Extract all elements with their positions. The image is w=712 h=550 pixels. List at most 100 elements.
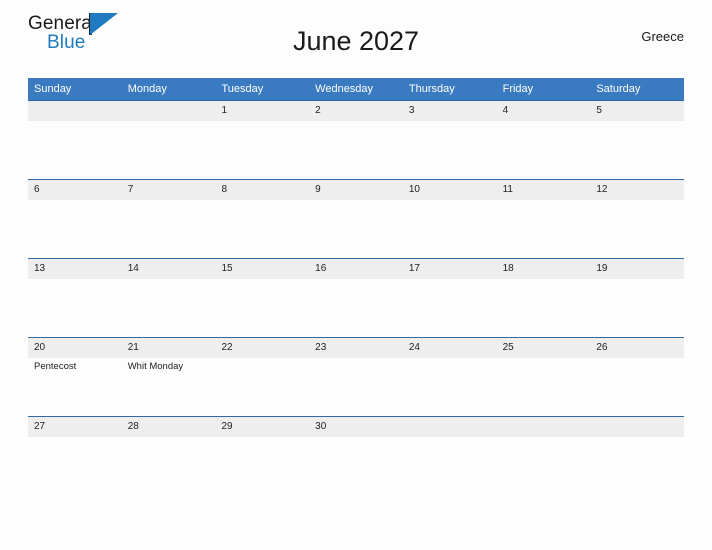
day-number-20[interactable]: 20: [28, 338, 122, 358]
day-cell-empty: [122, 121, 216, 179]
day-number-23[interactable]: 23: [309, 338, 403, 358]
day-number-27[interactable]: 27: [28, 417, 122, 437]
day-cell-24[interactable]: [403, 358, 497, 416]
week-event-strip: [28, 200, 684, 259]
holiday-label: Whit Monday: [127, 361, 184, 373]
day-cell-25[interactable]: [497, 358, 591, 416]
day-cell-6[interactable]: [28, 200, 122, 258]
calendar-week-row: 6 7 8 9 10 11 12: [28, 179, 684, 259]
day-number-22[interactable]: 22: [215, 338, 309, 358]
calendar-week-row: 20 21 22 23 24 25 26 Pentecost Whit Monday: [28, 337, 684, 417]
day-number-26[interactable]: 26: [590, 338, 684, 358]
calendar-page: General Blue June 2027 Greece Sunday Mond…: [0, 0, 712, 550]
day-number-11[interactable]: 11: [497, 180, 591, 200]
day-number-2[interactable]: 2: [309, 101, 403, 121]
day-cell-20[interactable]: Pentecost: [28, 358, 122, 416]
week-date-strip: 6 7 8 9 10 11 12: [28, 179, 684, 201]
day-cell-empty: [590, 437, 684, 495]
weekday-header-wednesday: Wednesday: [315, 83, 374, 95]
day-number-empty: [122, 101, 216, 121]
day-cell-8[interactable]: [215, 200, 309, 258]
day-number-8[interactable]: 8: [215, 180, 309, 200]
day-cell-4[interactable]: [497, 121, 591, 179]
day-cell-2[interactable]: [309, 121, 403, 179]
general-blue-logo[interactable]: General Blue: [28, 12, 124, 54]
weekday-header-saturday: Saturday: [596, 83, 641, 95]
day-cell-5[interactable]: [590, 121, 684, 179]
day-cell-23[interactable]: [309, 358, 403, 416]
day-number-3[interactable]: 3: [403, 101, 497, 121]
day-cell-26[interactable]: [590, 358, 684, 416]
day-cell-empty: [403, 437, 497, 495]
weekday-header-row: Sunday Monday Tuesday Wednesday Thursday Frid…: [28, 78, 684, 101]
weekday-header-tuesday: Tuesday: [221, 83, 264, 95]
day-cell-10[interactable]: [403, 200, 497, 258]
day-cell-15[interactable]: [215, 279, 309, 337]
day-cell-30[interactable]: [309, 437, 403, 495]
week-date-strip: 12345: [28, 100, 684, 122]
week-event-strip: [28, 279, 684, 338]
day-number-empty: [590, 417, 684, 437]
day-cell-19[interactable]: [590, 279, 684, 337]
day-number-4[interactable]: 4: [497, 101, 591, 121]
day-cell-27[interactable]: [28, 437, 122, 495]
day-number-14[interactable]: 14: [122, 259, 216, 279]
weekday-header-monday: Monday: [127, 83, 167, 95]
day-cell-16[interactable]: [309, 279, 403, 337]
day-number-12[interactable]: 12: [590, 180, 684, 200]
day-cell-18[interactable]: [497, 279, 591, 337]
day-number-18[interactable]: 18: [497, 259, 591, 279]
country-label: Greece: [641, 28, 684, 44]
day-cell-9[interactable]: [309, 200, 403, 258]
day-cell-29[interactable]: [215, 437, 309, 495]
week-event-strip: [28, 437, 684, 496]
day-number-6[interactable]: 6: [28, 180, 122, 200]
day-number-13[interactable]: 13: [28, 259, 122, 279]
day-number-5[interactable]: 5: [590, 101, 684, 121]
triangle-icon: [90, 13, 118, 35]
day-number-15[interactable]: 15: [215, 259, 309, 279]
day-number-10[interactable]: 10: [403, 180, 497, 200]
day-number-29[interactable]: 29: [215, 417, 309, 437]
page-header: General Blue June 2027 Greece: [0, 0, 712, 60]
weekday-header-friday: Friday: [502, 83, 534, 95]
day-number-7[interactable]: 7: [122, 180, 216, 200]
week-date-strip: 27 28 29 30: [28, 416, 684, 438]
weekday-header-sunday: Sunday: [34, 83, 72, 95]
day-cell-17[interactable]: [403, 279, 497, 337]
day-cell-14[interactable]: [122, 279, 216, 337]
calendar-week-row: 13 14 15 16 17 18 19: [28, 258, 684, 338]
day-number-17[interactable]: 17: [403, 259, 497, 279]
calendar-week-row: 12345: [28, 100, 684, 180]
logo-text-general: General: [28, 13, 97, 34]
calendar-grid: Sunday Monday Tuesday Wednesday Thursday Frid…: [28, 78, 684, 496]
day-cell-11[interactable]: [497, 200, 591, 258]
day-cell-empty: [28, 121, 122, 179]
calendar-week-row: 27 28 29 30: [28, 416, 684, 496]
day-cell-3[interactable]: [403, 121, 497, 179]
day-cell-empty: [497, 437, 591, 495]
day-cell-13[interactable]: [28, 279, 122, 337]
day-number-9[interactable]: 9: [309, 180, 403, 200]
day-number-1[interactable]: 1: [215, 101, 309, 121]
day-cell-7[interactable]: [122, 200, 216, 258]
week-date-strip: 13 14 15 16 17 18 19: [28, 258, 684, 280]
day-cell-22[interactable]: [215, 358, 309, 416]
week-event-strip: [28, 121, 684, 180]
day-number-21[interactable]: 21: [122, 338, 216, 358]
day-number-25[interactable]: 25: [497, 338, 591, 358]
day-number-30[interactable]: 30: [309, 417, 403, 437]
day-number-empty: [28, 101, 122, 121]
week-event-strip: Pentecost Whit Monday: [28, 358, 684, 417]
day-number-16[interactable]: 16: [309, 259, 403, 279]
week-date-strip: 20 21 22 23 24 25 26: [28, 337, 684, 359]
day-cell-12[interactable]: [590, 200, 684, 258]
day-number-24[interactable]: 24: [403, 338, 497, 358]
day-number-19[interactable]: 19: [590, 259, 684, 279]
day-cell-28[interactable]: [122, 437, 216, 495]
holiday-label: Pentecost: [34, 361, 77, 373]
day-number-28[interactable]: 28: [122, 417, 216, 437]
day-cell-1[interactable]: [215, 121, 309, 179]
calendar-weeks: 1 2 3 4 5 6 7 8 9 10 11 12 13 14 15 16 17 18 19 20 21 22 23 24 2…: [28, 100, 684, 496]
day-cell-21[interactable]: Whit Monday: [122, 358, 216, 416]
